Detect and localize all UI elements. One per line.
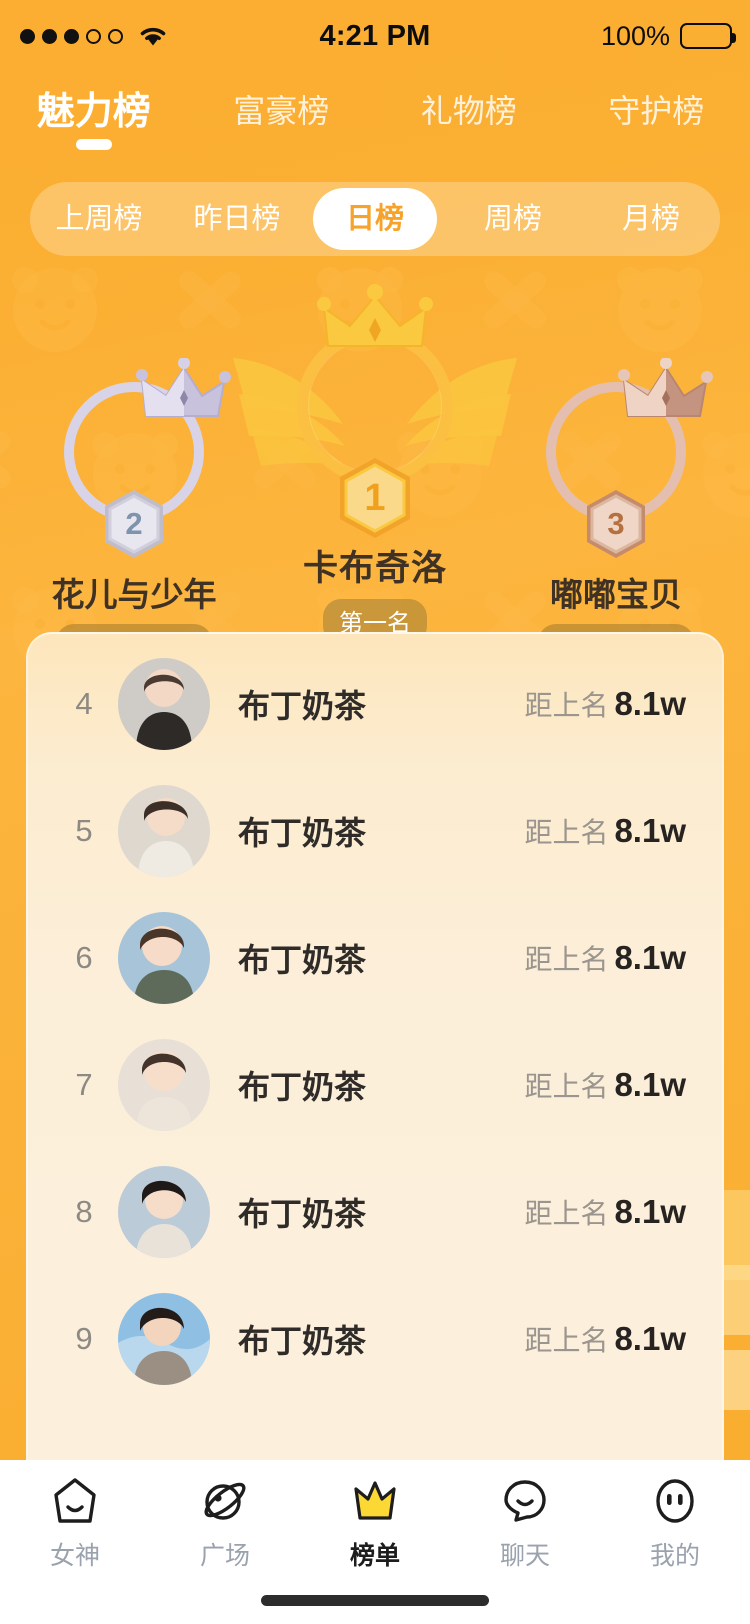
podium-first-place[interactable]: 1 卡布奇洛 第一名: [233, 284, 517, 644]
nav-item-profile[interactable]: 我的: [600, 1474, 750, 1582]
tab-charm-board[interactable]: 魅力榜: [0, 86, 188, 150]
chat-bubble-icon: [504, 1480, 546, 1522]
table-row[interactable]: 4 布丁奶茶 距上名 8.1w: [28, 640, 722, 767]
battery-icon: [680, 23, 736, 49]
bottom-navigation: 女神 广场 榜单 聊天 我的: [0, 1460, 750, 1624]
silver-crown-icon: [136, 358, 231, 417]
row-rank: 6: [75, 939, 93, 975]
crown-icon: [354, 1481, 396, 1520]
row-name: 布丁奶茶: [238, 941, 367, 978]
row-name: 布丁奶茶: [238, 687, 367, 724]
period-last-week[interactable]: 上周榜: [30, 182, 168, 256]
row-gap-value: 8.1w: [614, 1065, 686, 1103]
period-weekly[interactable]: 周榜: [444, 182, 582, 256]
period-monthly[interactable]: 月榜: [582, 182, 720, 256]
podium-third-place[interactable]: 3 嘟嘟宝贝 距上名 2.6w: [506, 358, 726, 668]
planet-icon: [204, 1482, 246, 1520]
row-gap-label: 距上名: [524, 816, 609, 848]
ranking-list: 4 布丁奶茶 距上名 8.1w 5 布丁奶茶 距上名 8.1w 6 布丁奶茶 距…: [26, 632, 724, 1460]
goddess-face-icon: [54, 1478, 96, 1523]
row-gap-value: 8.1w: [614, 1319, 686, 1357]
tab-label: 魅力榜: [36, 91, 151, 133]
avatar[interactable]: [118, 1292, 210, 1385]
nav-label: 聊天: [499, 1542, 550, 1570]
battery-nub: [732, 33, 736, 43]
podium-third-rank-badge: 3: [584, 488, 648, 560]
podium-second-avatar-frame: 2: [24, 358, 244, 558]
row-gap-value: 8.1w: [614, 811, 686, 849]
avatar[interactable]: [118, 1038, 210, 1131]
row-gap-label: 距上名: [524, 1324, 609, 1356]
profile-face-icon: [656, 1479, 694, 1523]
table-row[interactable]: 5 布丁奶茶 距上名 8.1w: [28, 767, 722, 894]
row-rank: 4: [75, 685, 93, 721]
tab-gift-board[interactable]: 礼物榜: [375, 86, 563, 134]
gold-crown-icon: [317, 284, 433, 347]
nav-label: 榜单: [349, 1542, 400, 1570]
nav-item-ranking[interactable]: 榜单: [300, 1474, 450, 1582]
tab-label: 礼物榜: [420, 93, 517, 129]
podium-first-rank-badge: 1: [337, 456, 413, 540]
avatar[interactable]: [118, 784, 210, 877]
row-name: 布丁奶茶: [238, 814, 367, 851]
row-rank: 8: [75, 1193, 93, 1229]
bronze-crown-icon: [618, 358, 713, 417]
table-row[interactable]: 9 布丁奶茶 距上名 8.1w: [28, 1275, 722, 1402]
row-gap-label: 距上名: [524, 689, 609, 721]
podium: 1 卡布奇洛 第一名 2 花儿与少年 3 嘟嘟宝贝: [0, 268, 750, 668]
status-bar: 4:21 PM 100%: [0, 0, 750, 72]
nav-label: 广场: [199, 1542, 250, 1570]
period-daily[interactable]: 日榜: [306, 182, 444, 256]
status-battery-group: 100%: [600, 20, 736, 52]
row-gap: 距上名 8.1w: [524, 938, 686, 978]
row-name: 布丁奶茶: [238, 1068, 367, 1105]
podium-third-name: 嘟嘟宝贝: [550, 576, 682, 613]
row-gap: 距上名 8.1w: [524, 1065, 686, 1105]
table-row[interactable]: 8 布丁奶茶 距上名 8.1w: [28, 1148, 722, 1275]
avatar[interactable]: [118, 657, 210, 750]
battery-percent-label: 100%: [600, 20, 670, 51]
row-gap-label: 距上名: [524, 943, 609, 975]
row-gap-value: 8.1w: [614, 1192, 686, 1230]
row-gap-value: 8.1w: [614, 938, 686, 976]
row-gap: 距上名 8.1w: [524, 1192, 686, 1232]
row-name: 布丁奶茶: [238, 1322, 367, 1359]
row-gap-label: 距上名: [524, 1197, 609, 1229]
nav-item-chat[interactable]: 聊天: [450, 1474, 600, 1582]
tab-label: 守护榜: [608, 93, 705, 129]
row-rank: 9: [75, 1320, 93, 1356]
row-gap-value: 8.1w: [614, 684, 686, 722]
row-gap: 距上名 8.1w: [524, 811, 686, 851]
bottom-nav-items: 女神 广场 榜单 聊天 我的: [0, 1460, 750, 1582]
row-gap-label: 距上名: [524, 1070, 609, 1102]
avatar[interactable]: [118, 911, 210, 1004]
row-rank: 5: [75, 812, 93, 848]
nav-label: 我的: [649, 1542, 700, 1570]
nav-label: 女神: [49, 1542, 100, 1570]
tab-wealth-board[interactable]: 富豪榜: [188, 86, 376, 134]
tab-active-indicator: [75, 139, 112, 150]
app-screen: 4:21 PM 100% 魅力榜 富豪榜 礼物榜 守护榜 上周榜 昨日榜 日榜 …: [0, 0, 750, 1624]
period-filter: 上周榜 昨日榜 日榜 周榜 月榜: [30, 182, 720, 256]
period-yesterday[interactable]: 昨日榜: [168, 182, 306, 256]
nav-item-goddess[interactable]: 女神: [0, 1474, 150, 1582]
podium-second-name: 花儿与少年: [51, 576, 217, 613]
home-indicator: [261, 1595, 489, 1606]
nav-item-plaza[interactable]: 广场: [150, 1474, 300, 1582]
tab-guardian-board[interactable]: 守护榜: [563, 86, 750, 134]
tab-label: 富豪榜: [233, 93, 330, 129]
row-name: 布丁奶茶: [238, 1195, 367, 1232]
podium-first-name: 卡布奇洛: [302, 549, 447, 588]
table-row[interactable]: 6 布丁奶茶 距上名 8.1w: [28, 894, 722, 1021]
podium-first-avatar-frame: 1: [233, 284, 517, 538]
podium-third-avatar-frame: 3: [506, 358, 726, 558]
row-gap: 距上名 8.1w: [524, 1319, 686, 1359]
row-gap: 距上名 8.1w: [524, 684, 686, 724]
leaderboard-tabs: 魅力榜 富豪榜 礼物榜 守护榜: [0, 86, 750, 166]
avatar[interactable]: [118, 1165, 210, 1258]
podium-second-rank-badge: 2: [102, 488, 166, 560]
row-rank: 7: [75, 1066, 93, 1102]
table-row[interactable]: 7 布丁奶茶 距上名 8.1w: [28, 1021, 722, 1148]
podium-second-place[interactable]: 2 花儿与少年 距上名 1.2w: [24, 358, 244, 668]
